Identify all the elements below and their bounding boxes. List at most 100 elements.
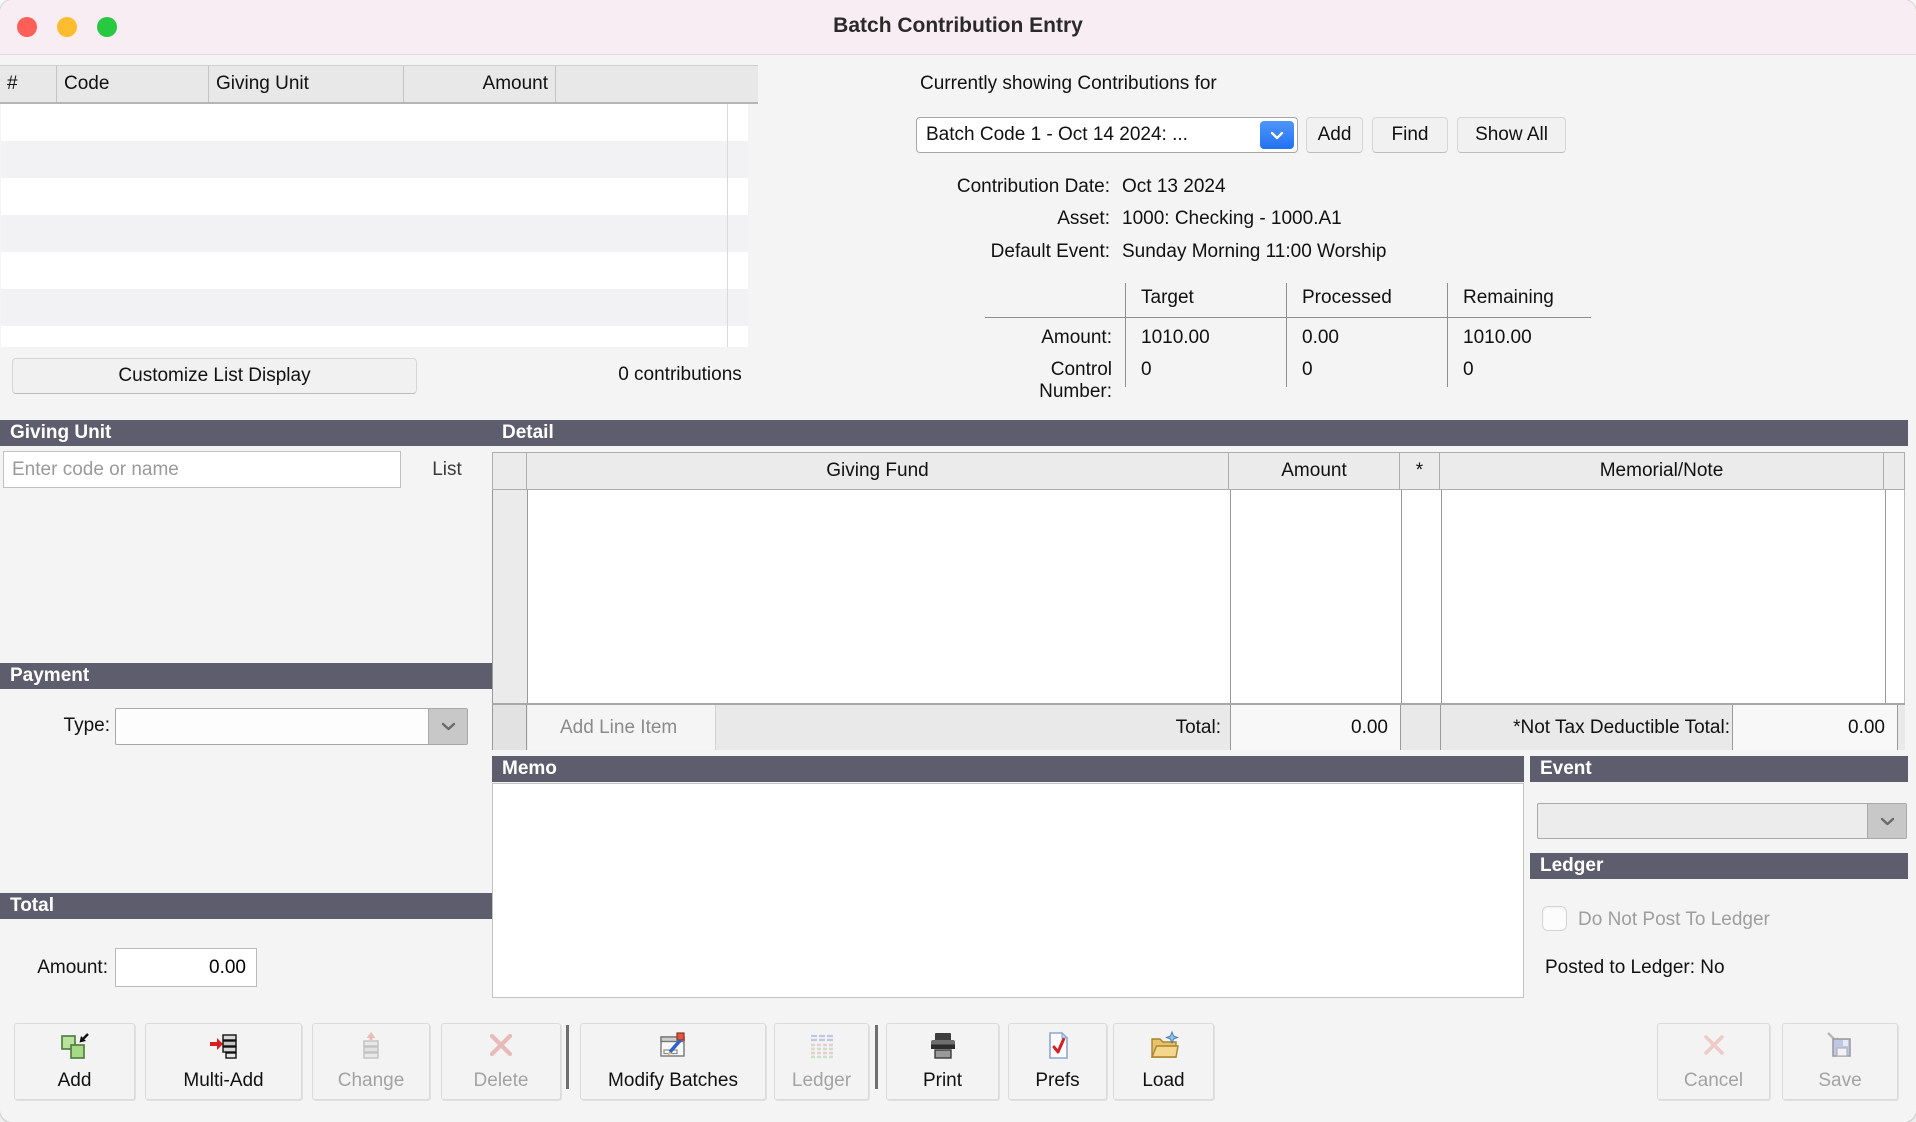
giving-unit-input[interactable]	[3, 451, 401, 488]
summary-col-processed: Processed	[1302, 287, 1392, 309]
memo-textarea[interactable]	[492, 783, 1524, 998]
titlebar: Batch Contribution Entry	[0, 0, 1916, 55]
ledger-section-title: Ledger	[1530, 853, 1908, 879]
modify-batches-icon	[657, 1030, 689, 1062]
summary-col-remaining: Remaining	[1463, 287, 1554, 309]
detail-table-body[interactable]	[492, 490, 1905, 703]
detail-total-value: 0.00	[1230, 705, 1401, 750]
payment-type-label: Type:	[0, 715, 110, 737]
batch-select-value: Batch Code 1 - Oct 14 2024: ...	[926, 124, 1188, 146]
summary-col-target: Target	[1141, 287, 1194, 309]
cancel-button[interactable]: Cancel	[1657, 1023, 1770, 1100]
detail-total-row: Add Line Item Total: 0.00 *Not Tax Deduc…	[492, 703, 1905, 750]
detail-handle-column	[493, 453, 527, 489]
detail-grid-line	[1441, 490, 1442, 703]
detail-table-header: Giving Fund Amount * Memorial/Note	[492, 452, 1905, 490]
prefs-document-icon	[1042, 1030, 1074, 1062]
column-header-giving-unit: Giving Unit	[209, 66, 404, 102]
asset-value: 1000: Checking - 1000.A1	[1122, 208, 1342, 230]
batch-show-all-button[interactable]: Show All	[1457, 117, 1566, 153]
print-button[interactable]: Print	[886, 1023, 999, 1100]
prefs-button[interactable]: Prefs	[1008, 1023, 1107, 1100]
detail-grid-line	[1885, 490, 1886, 703]
summary-amount-processed: 0.00	[1302, 327, 1339, 349]
detail-grid-line	[1230, 490, 1231, 703]
event-section-title: Event	[1530, 756, 1908, 782]
detail-col-star: *	[1400, 453, 1440, 489]
window-title: Batch Contribution Entry	[0, 14, 1916, 38]
change-button[interactable]: Change	[312, 1023, 430, 1100]
chevron-down-icon	[1867, 804, 1906, 838]
not-tax-deductible-label: *Not Tax Deductible Total:	[1433, 705, 1730, 750]
cancel-x-icon	[1698, 1030, 1730, 1062]
contribution-date-value: Oct 13 2024	[1122, 176, 1226, 198]
modify-batches-button[interactable]: Modify Batches	[580, 1023, 766, 1100]
chevron-down-icon	[428, 709, 467, 744]
toolbar-divider	[566, 1025, 569, 1089]
summary-amount-remaining: 1010.00	[1463, 327, 1532, 349]
memo-section-title: Memo	[492, 756, 1524, 782]
summary-divider	[985, 317, 1591, 318]
column-header-code: Code	[57, 66, 209, 102]
contribution-list-body[interactable]	[1, 104, 748, 347]
batch-summary-table: Target Processed Remaining Amount: 1010.…	[985, 283, 1591, 395]
summary-control-target: 0	[1141, 359, 1152, 381]
load-button[interactable]: Load	[1113, 1023, 1214, 1100]
summary-divider	[1286, 283, 1287, 387]
giving-unit-section-title: Giving Unit	[0, 420, 493, 446]
column-header-amount: Amount	[404, 66, 556, 102]
detail-col-memorial-note: Memorial/Note	[1440, 453, 1884, 489]
summary-control-remaining: 0	[1463, 359, 1474, 381]
detail-col-amount: Amount	[1229, 453, 1400, 489]
total-amount-field[interactable]: 0.00	[115, 948, 257, 987]
detail-col-blank	[1884, 453, 1904, 489]
summary-amount-target: 1010.00	[1141, 327, 1210, 349]
default-event-value: Sunday Morning 11:00 Worship	[1122, 241, 1386, 263]
batch-add-button[interactable]: Add	[1306, 117, 1363, 153]
load-folder-icon	[1148, 1030, 1180, 1062]
column-header-blank	[556, 66, 758, 102]
contribution-list-header: # Code Giving Unit Amount	[0, 65, 758, 104]
detail-total-label: Total:	[993, 705, 1221, 750]
delete-button[interactable]: Delete	[441, 1023, 561, 1100]
detail-col-giving-fund: Giving Fund	[527, 453, 1229, 489]
batch-select[interactable]: Batch Code 1 - Oct 14 2024: ...	[916, 117, 1298, 153]
posted-to-ledger-text: Posted to Ledger: No	[1545, 957, 1725, 979]
detail-total-handle	[493, 705, 527, 750]
contribution-count: 0 contributions	[590, 364, 770, 386]
summary-divider	[1447, 283, 1448, 387]
add-icon	[59, 1030, 91, 1062]
change-icon	[355, 1030, 387, 1062]
save-disk-icon	[1824, 1030, 1856, 1062]
summary-divider	[1125, 283, 1126, 387]
batch-find-button[interactable]: Find	[1372, 117, 1448, 153]
summary-control-processed: 0	[1302, 359, 1313, 381]
currently-showing-label: Currently showing Contributions for	[920, 73, 1217, 95]
not-tax-deductible-value: 0.00	[1732, 705, 1898, 750]
default-event-label: Default Event:	[900, 241, 1110, 263]
summary-row-control-label: Control Number:	[985, 359, 1112, 403]
total-amount-label: Amount:	[0, 957, 108, 979]
do-not-post-checkbox[interactable]	[1542, 906, 1567, 931]
total-section-title: Total	[0, 893, 493, 919]
chevron-down-icon	[1260, 121, 1294, 149]
contribution-date-label: Contribution Date:	[900, 176, 1110, 198]
payment-type-select[interactable]	[115, 708, 468, 745]
ledger-button[interactable]: Ledger	[774, 1023, 869, 1100]
summary-row-amount-label: Amount:	[985, 327, 1112, 349]
multi-add-button[interactable]: Multi-Add	[145, 1023, 302, 1100]
detail-row-handle-track	[493, 490, 528, 703]
do-not-post-label: Do Not Post To Ledger	[1578, 909, 1770, 931]
contribution-list-scrollbar	[727, 104, 728, 347]
ledger-grid-icon	[806, 1030, 838, 1062]
delete-x-icon	[485, 1030, 517, 1062]
add-line-item-button[interactable]: Add Line Item	[528, 705, 716, 750]
printer-icon	[927, 1030, 959, 1062]
giving-unit-list-button[interactable]: List	[418, 451, 476, 488]
detail-grid-line	[1401, 490, 1402, 703]
customize-list-display-button[interactable]: Customize List Display	[12, 358, 417, 394]
add-button[interactable]: Add	[14, 1023, 135, 1100]
event-select[interactable]	[1537, 803, 1907, 839]
save-button[interactable]: Save	[1782, 1023, 1898, 1100]
column-header-number: #	[0, 66, 57, 102]
